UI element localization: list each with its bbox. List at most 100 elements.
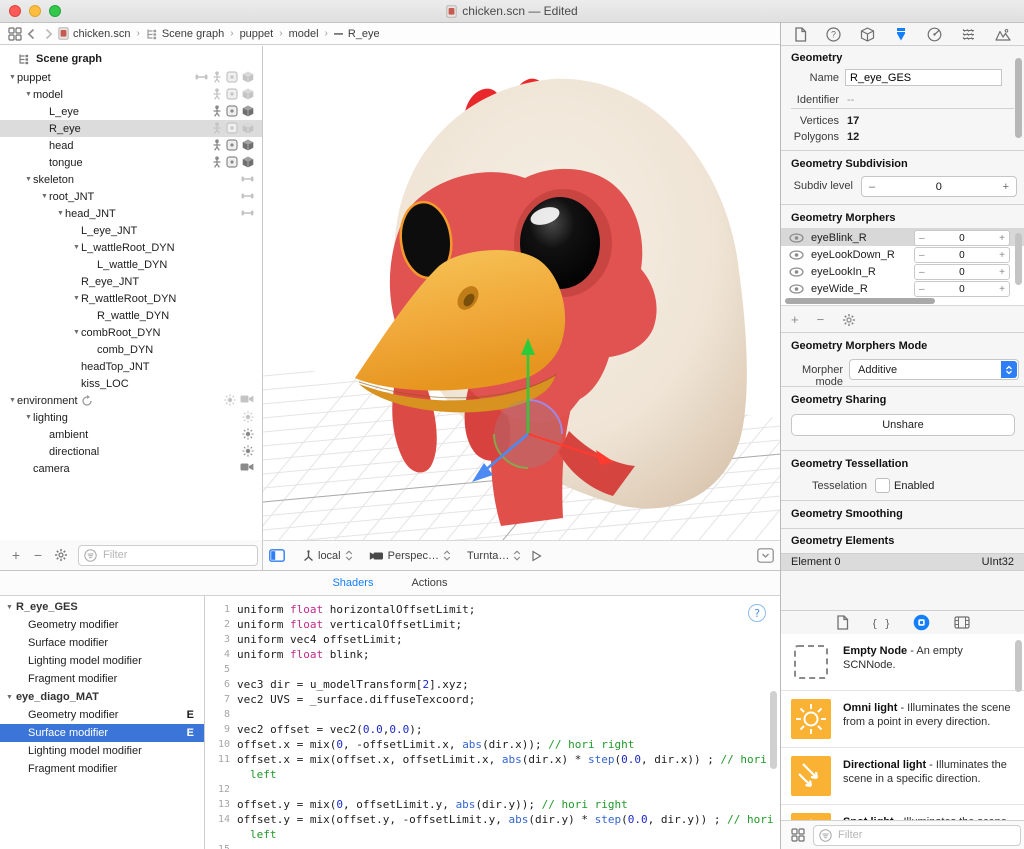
- disclosure-triangle-icon[interactable]: ▼: [8, 74, 17, 81]
- object-library-tab[interactable]: [913, 614, 930, 631]
- unshare-button[interactable]: Unshare: [791, 414, 1015, 436]
- material-inspector-tab[interactable]: [927, 27, 942, 42]
- breadcrumb-item[interactable]: chicken.scn: [58, 27, 130, 40]
- tree-row-root_JNT[interactable]: ▼ root_JNT: [0, 188, 262, 205]
- tree-row-environment[interactable]: ▼ environment: [0, 392, 262, 409]
- disclosure-triangle-icon[interactable]: ▼: [8, 397, 17, 404]
- disclosure-triangle-icon[interactable]: ▼: [72, 329, 81, 336]
- scene-inspector-tab[interactable]: [995, 28, 1011, 41]
- coordinate-mode-dropdown[interactable]: local: [303, 550, 353, 562]
- shader-item-surface-modifier[interactable]: Surface modifier E: [0, 724, 204, 742]
- shader-item-fragment-modifier[interactable]: Fragment modifier: [0, 670, 204, 688]
- library-item-spot-light[interactable]: Spot light - Illuminates the scene: [781, 805, 1024, 820]
- geometry-element-row[interactable]: Element 0 UInt32: [781, 553, 1024, 571]
- remove-morpher-button[interactable]: −: [817, 312, 825, 327]
- tree-row-model[interactable]: ▼ model: [0, 86, 262, 103]
- geometry-inspector-tab[interactable]: [894, 27, 908, 42]
- morpher-options-gear-icon[interactable]: [842, 313, 856, 327]
- tree-row-directional[interactable]: directional: [0, 443, 262, 460]
- media-library-tab[interactable]: [953, 616, 970, 629]
- tree-row-puppet[interactable]: ▼ puppet: [0, 69, 262, 86]
- code-scrollbar[interactable]: [770, 691, 777, 769]
- camera-dropdown[interactable]: Perspec…: [369, 550, 451, 562]
- tree-options-gear-icon[interactable]: [54, 548, 68, 562]
- turntable-dropdown[interactable]: Turnta…: [467, 549, 543, 562]
- morphers-hscrollbar[interactable]: [785, 298, 935, 304]
- library-filter-input[interactable]: [836, 828, 1015, 842]
- disclosure-triangle-icon[interactable]: ▼: [24, 176, 33, 183]
- stepper-minus[interactable]: –: [919, 267, 925, 278]
- add-morpher-button[interactable]: +: [791, 312, 799, 327]
- scene-3d-viewport[interactable]: [262, 46, 781, 540]
- disclosure-triangle-icon[interactable]: ▼: [6, 694, 13, 701]
- help-button[interactable]: ?: [748, 604, 766, 622]
- related-items-icon[interactable]: [8, 26, 22, 41]
- breadcrumb-item[interactable]: R_eye: [333, 28, 380, 40]
- morpher-value-stepper[interactable]: – 0 +: [914, 230, 1010, 246]
- library-item-directional-light[interactable]: Directional light - Illuminates the scen…: [781, 748, 1024, 805]
- zoom-window-button[interactable]: [49, 5, 61, 17]
- morpher-value-stepper[interactable]: – 0 +: [914, 247, 1010, 263]
- shader-item-lighting-model-modifier[interactable]: Lighting model modifier: [0, 652, 204, 670]
- physics-inspector-tab[interactable]: [961, 27, 976, 42]
- tab-shaders[interactable]: Shaders: [332, 577, 373, 589]
- stepper-plus[interactable]: +: [1003, 181, 1009, 193]
- morpher-mode-popup[interactable]: Additive: [849, 359, 1019, 380]
- disclosure-triangle-icon[interactable]: ▼: [40, 193, 49, 200]
- disclosure-triangle-icon[interactable]: ▼: [56, 210, 65, 217]
- geometry-name-input[interactable]: [845, 69, 1002, 86]
- inspector-scrollbar[interactable]: [1015, 58, 1022, 138]
- stepper-minus[interactable]: –: [919, 250, 925, 261]
- tree-row-camera[interactable]: camera: [0, 460, 262, 477]
- tree-row-R_wattle_DYN[interactable]: R_wattle_DYN: [0, 307, 262, 324]
- tree-row-L_eye_JNT[interactable]: L_eye_JNT: [0, 222, 262, 239]
- breadcrumb-item[interactable]: model: [289, 28, 319, 40]
- morpher-row-eyeLookDown_R[interactable]: eyeLookDown_R – 0 +: [781, 246, 1024, 263]
- morpher-value-stepper[interactable]: – 0 +: [914, 264, 1010, 280]
- morpher-value-stepper[interactable]: – 0 +: [914, 281, 1010, 297]
- library-item-omni-light[interactable]: Omni light - Illuminates the scene from …: [781, 691, 1024, 748]
- play-icon[interactable]: [531, 549, 543, 562]
- tree-row-R_eye_JNT[interactable]: R_eye_JNT: [0, 273, 262, 290]
- node-inspector-tab[interactable]: [860, 26, 875, 42]
- close-window-button[interactable]: [9, 5, 21, 17]
- eye-icon[interactable]: [789, 233, 804, 243]
- shader-group-eye_diago_mat[interactable]: ▼ eye_diago_MAT: [0, 688, 204, 706]
- file-inspector-tab[interactable]: [794, 26, 807, 42]
- eye-icon[interactable]: [789, 250, 804, 260]
- disclosure-triangle-icon[interactable]: ▼: [72, 295, 81, 302]
- library-filter-field[interactable]: [813, 824, 1021, 846]
- minimize-window-button[interactable]: [29, 5, 41, 17]
- pane-toggle-button[interactable]: [269, 549, 285, 562]
- tree-row-head_JNT[interactable]: ▼ head_JNT: [0, 205, 262, 222]
- shader-item-lighting-model-modifier[interactable]: Lighting model modifier: [0, 742, 204, 760]
- grid-view-icon[interactable]: [791, 828, 805, 842]
- tesselation-checkbox[interactable]: [875, 478, 890, 493]
- tree-row-combRoot_DYN[interactable]: ▼ combRoot_DYN: [0, 324, 262, 341]
- library-scrollbar[interactable]: [1015, 640, 1022, 692]
- shader-item-fragment-modifier[interactable]: Fragment modifier: [0, 760, 204, 778]
- stepper-plus[interactable]: +: [999, 267, 1005, 278]
- tree-row-ambient[interactable]: ambient: [0, 426, 262, 443]
- shader-item-geometry-modifier[interactable]: Geometry modifier: [0, 616, 204, 634]
- eye-icon[interactable]: [789, 284, 804, 294]
- viewport-options-button[interactable]: [757, 548, 774, 563]
- stepper-plus[interactable]: +: [999, 284, 1005, 295]
- tree-row-R_wattleRoot_DYN[interactable]: ▼ R_wattleRoot_DYN: [0, 290, 262, 307]
- disclosure-triangle-icon[interactable]: ▼: [24, 91, 33, 98]
- subdiv-level-stepper[interactable]: – 0 +: [861, 176, 1017, 197]
- tree-row-L_eye[interactable]: L_eye: [0, 103, 262, 120]
- breadcrumb-item[interactable]: Scene graph: [146, 28, 224, 40]
- breadcrumb-item[interactable]: puppet: [240, 28, 274, 40]
- back-button[interactable]: [27, 28, 35, 40]
- scene-graph-header[interactable]: Scene graph: [0, 49, 262, 69]
- morphers-vscrollbar[interactable]: [1015, 233, 1022, 285]
- file-templates-tab[interactable]: [836, 615, 849, 630]
- tree-row-kiss_LOC[interactable]: kiss_LOC: [0, 375, 262, 392]
- shader-group-r_eye_ges[interactable]: ▼ R_eye_GES: [0, 598, 204, 616]
- shader-item-geometry-modifier[interactable]: Geometry modifier E: [0, 706, 204, 724]
- morpher-row-eyeBlink_R[interactable]: eyeBlink_R – 0 +: [781, 229, 1024, 246]
- morpher-row-eyeWide_R[interactable]: eyeWide_R – 0 +: [781, 280, 1024, 297]
- shader-code-editor[interactable]: 1 uniform float horizontalOffsetLimit; 2 un…: [206, 596, 780, 849]
- quick-help-tab[interactable]: ?: [826, 26, 841, 42]
